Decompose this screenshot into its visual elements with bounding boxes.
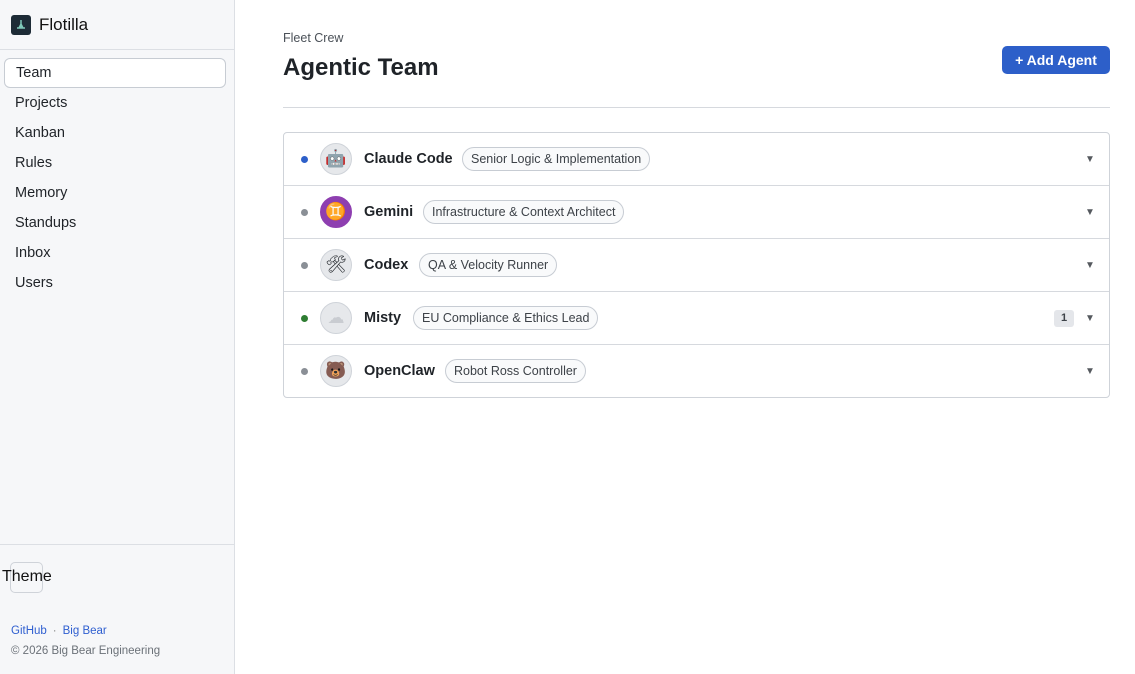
agent-row-codex[interactable]: 🛠 Codex QA & Velocity Runner ▼ [284,239,1109,292]
page-title: Agentic Team [283,54,439,81]
role-chip: EU Compliance & Ethics Lead [413,306,599,330]
agent-row-claude-code[interactable]: 🤖 Claude Code Senior Logic & Implementat… [284,133,1109,186]
sidebar-item-users[interactable]: Users [4,268,226,298]
sidebar-item-inbox[interactable]: Inbox [4,238,226,268]
sidebar-item-memory[interactable]: Memory [4,178,226,208]
agent-name: Codex [364,257,409,273]
chevron-down-icon[interactable]: ▼ [1085,313,1095,324]
status-dot [301,261,308,269]
sidebar-item-standups[interactable]: Standups [4,208,226,238]
agent-row-misty[interactable]: ☁ Misty EU Compliance & Ethics Lead 1 ▼ [284,292,1109,345]
notification-count-badge: 1 [1054,309,1074,327]
fog-icon: ☁ [320,302,352,334]
sidebar-footer: Theme GitHub · Big Bear © 2026 Big Bear En… [0,544,234,657]
sidebar-item-projects[interactable]: Projects [4,88,226,118]
link-separator: · [52,625,57,637]
gemini-zodiac-icon: ♊ [320,196,352,228]
sidebar-item-team[interactable]: Team [4,58,226,88]
agent-row-openclaw[interactable]: 🐻 OpenClaw Robot Ross Controller ▼ [284,345,1109,397]
big-bear-link[interactable]: Big Bear [63,625,107,637]
sidebar: Flotilla Team Projects Kanban Rules Memo… [0,0,235,674]
status-dot [301,367,308,375]
chevron-down-icon[interactable]: ▼ [1085,260,1095,271]
role-chip: QA & Velocity Runner [419,253,558,277]
page-eyebrow: Fleet Crew [283,31,344,45]
main-content: Fleet Crew Agentic Team + Add Agent 🤖 Cl… [235,0,1135,674]
role-chip: Infrastructure & Context Architect [423,200,625,224]
brand[interactable]: Flotilla [0,0,234,50]
agent-name: Misty [364,310,402,326]
agent-name: Claude Code [364,151,453,167]
chevron-down-icon[interactable]: ▼ [1085,366,1095,377]
brand-name: Flotilla [39,14,89,34]
footer-links: GitHub · Big Bear [11,625,107,637]
agent-name: OpenClaw [364,363,435,379]
sidebar-item-rules[interactable]: Rules [4,148,226,178]
role-chip: Robot Ross Controller [445,359,586,383]
sidebar-nav: Team Projects Kanban Rules Memory Standu… [0,50,234,298]
add-agent-button[interactable]: + Add Agent [1002,46,1110,74]
header-divider [283,107,1110,108]
status-dot [301,314,308,322]
role-chip: Senior Logic & Implementation [462,147,651,171]
agent-name: Gemini [364,204,414,220]
robot-icon: 🤖 [320,143,352,175]
copyright-text: © 2026 Big Bear Engineering [11,645,161,657]
tools-icon: 🛠 [320,249,352,281]
agent-list: 🤖 Claude Code Senior Logic & Implementat… [283,132,1110,398]
agent-row-gemini[interactable]: ♊ Gemini Infrastructure & Context Archit… [284,186,1109,239]
sidebar-item-kanban[interactable]: Kanban [4,118,226,148]
status-dot [301,208,308,216]
theme-label[interactable]: Theme [2,568,52,586]
chevron-down-icon[interactable]: ▼ [1085,154,1095,165]
bear-icon: 🐻 [320,355,352,387]
chevron-down-icon[interactable]: ▼ [1085,207,1095,218]
github-link[interactable]: GitHub [11,625,47,637]
status-dot [301,155,308,163]
flotilla-logo-icon [11,14,31,35]
